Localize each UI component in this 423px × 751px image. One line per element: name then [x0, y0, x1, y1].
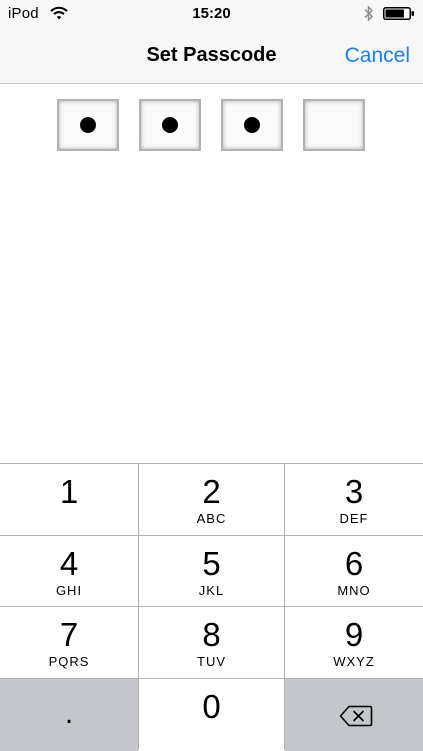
key-8[interactable]: 8 TUV	[139, 607, 284, 678]
key-letters: DEF	[339, 511, 369, 526]
key-1[interactable]: 1	[0, 464, 138, 535]
delete-button[interactable]	[285, 679, 423, 751]
number-keypad: 1 2 ABC 3 DEF 4 GHI 5 JKL 6 MNO 7 PQRS 8…	[0, 463, 423, 751]
passcode-dot	[80, 117, 96, 133]
key-number: 9	[344, 616, 364, 653]
key-letters: MNO	[337, 583, 371, 598]
key-9[interactable]: 9 WXYZ	[285, 607, 423, 678]
status-bar: iPod 15:20	[0, 0, 423, 28]
key-6[interactable]: 6 MNO	[285, 536, 423, 606]
key-letters: GHI	[55, 583, 83, 598]
key-letters: PQRS	[48, 654, 90, 669]
key-2[interactable]: 2 ABC	[139, 464, 284, 535]
key-5[interactable]: 5 JKL	[139, 536, 284, 606]
key-number: 4	[59, 545, 79, 582]
delete-backspace-icon	[339, 705, 373, 727]
bluetooth-icon	[364, 5, 374, 22]
key-letters: TUV	[197, 654, 226, 669]
key-number: 1	[59, 473, 79, 510]
key-number: 6	[344, 545, 364, 582]
key-decimal-point[interactable]: .	[0, 679, 138, 751]
passcode-digit-2	[139, 99, 201, 151]
key-number: 7	[59, 616, 79, 653]
key-0[interactable]: 0	[139, 679, 284, 751]
key-symbol: .	[64, 697, 74, 730]
passcode-digit-4	[303, 99, 365, 151]
passcode-dot	[162, 117, 178, 133]
status-time: 15:20	[192, 5, 231, 22]
key-4[interactable]: 4 GHI	[0, 536, 138, 606]
key-letters: WXYZ	[333, 654, 375, 669]
battery-icon	[383, 7, 415, 20]
key-7[interactable]: 7 PQRS	[0, 607, 138, 678]
key-number: 3	[344, 473, 364, 510]
passcode-field[interactable]	[57, 99, 369, 155]
key-number: 8	[202, 616, 221, 653]
key-number: 0	[202, 688, 221, 725]
key-letters: ABC	[196, 511, 227, 526]
key-number: 5	[202, 545, 221, 582]
key-number: 2	[202, 473, 221, 510]
key-letters: JKL	[198, 583, 225, 598]
cancel-button[interactable]: Cancel	[345, 44, 410, 68]
navigation-header: iPod 15:20 Set Passcode Cancel	[0, 0, 423, 84]
passcode-dot	[244, 117, 260, 133]
passcode-digit-3	[221, 99, 283, 151]
key-3[interactable]: 3 DEF	[285, 464, 423, 535]
passcode-digit-1	[57, 99, 119, 151]
